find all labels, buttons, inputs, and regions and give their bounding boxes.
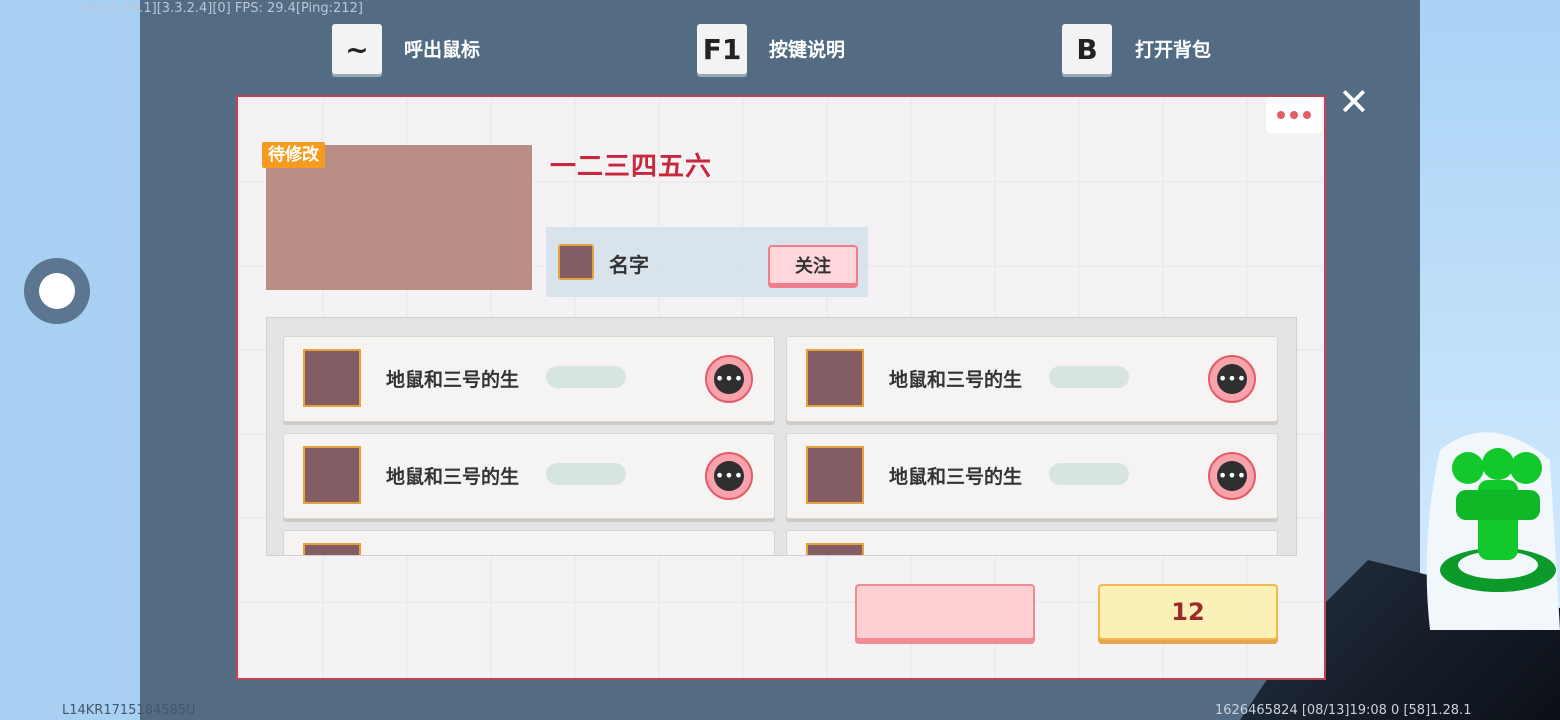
close-button[interactable]: ✕ (1338, 83, 1370, 121)
dot-icon (1277, 111, 1285, 119)
tilde-key-icon[interactable]: ~ (332, 24, 382, 74)
member-avatar (303, 543, 361, 555)
member-avatar (303, 349, 361, 407)
chat-bubble-icon: ••• (1217, 461, 1247, 491)
yellow-action-button[interactable]: 12 (1098, 584, 1278, 640)
shortcut-label-help: 按键说明 (769, 39, 846, 61)
f1-key-icon[interactable]: F1 (697, 24, 747, 74)
member-card[interactable]: 地鼠和三号的生 ••• (786, 433, 1278, 519)
member-avatar (806, 446, 864, 504)
member-avatar (806, 543, 864, 555)
version-fps-text: Ver[1.26.1][3.3.2.4][0] FPS: 29.4[Ping:2… (84, 1, 363, 16)
chat-bubble-icon: ••• (1217, 364, 1247, 394)
chat-button[interactable]: ••• (705, 452, 753, 500)
owner-avatar (558, 244, 594, 280)
member-avatar (303, 446, 361, 504)
follow-button[interactable]: 关注 (768, 245, 858, 285)
member-avatar (806, 349, 864, 407)
member-status-pill (1049, 463, 1129, 485)
joystick-knob-icon (39, 273, 75, 309)
shortcut-label-backpack: 打开背包 (1135, 39, 1212, 61)
pink-action-button[interactable] (855, 584, 1035, 640)
map-marker-icon[interactable] (1420, 420, 1560, 630)
member-list[interactable]: 地鼠和三号的生 ••• 地鼠和三号的生 ••• 地鼠和三号的生 ••• 地鼠和三… (266, 317, 1297, 556)
left-sky-area (0, 0, 140, 720)
member-status-pill (546, 366, 626, 388)
owner-name: 名字 (609, 253, 649, 277)
chat-bubble-icon: ••• (714, 364, 744, 394)
chat-bubble-icon: ••• (714, 461, 744, 491)
member-card[interactable]: 地鼠和三号的生 ••• (786, 336, 1278, 422)
shortcut-label-mouse: 呼出鼠标 (404, 39, 481, 61)
member-card[interactable]: 地鼠和三号的生 ••• (283, 433, 775, 519)
member-status-pill (546, 463, 626, 485)
chat-button[interactable]: ••• (1208, 452, 1256, 500)
dot-icon (1290, 111, 1298, 119)
session-info-text: 1626465824 [08/13]19:08 0 [58]1.28.1 (1215, 703, 1472, 718)
device-id-text: L14KR1715184585U (62, 703, 196, 718)
b-key-icon[interactable]: B (1062, 24, 1112, 74)
chat-button[interactable]: ••• (1208, 355, 1256, 403)
member-card[interactable]: 地鼠和三号的生 ••• (283, 336, 775, 422)
member-name: 地鼠和三号的生 (386, 466, 520, 488)
pending-edit-tag: 待修改 (262, 142, 325, 168)
member-card-partial[interactable] (786, 530, 1278, 555)
dot-icon (1303, 111, 1311, 119)
chat-button[interactable]: ••• (705, 355, 753, 403)
member-name: 地鼠和三号的生 (386, 369, 520, 391)
member-status-pill (1049, 366, 1129, 388)
joystick-button[interactable] (24, 258, 90, 324)
member-card-partial[interactable] (283, 530, 775, 555)
member-name: 地鼠和三号的生 (889, 369, 1023, 391)
group-title: 一二三四五六 (550, 152, 713, 182)
more-options-button[interactable] (1266, 97, 1322, 133)
member-name: 地鼠和三号的生 (889, 466, 1023, 488)
